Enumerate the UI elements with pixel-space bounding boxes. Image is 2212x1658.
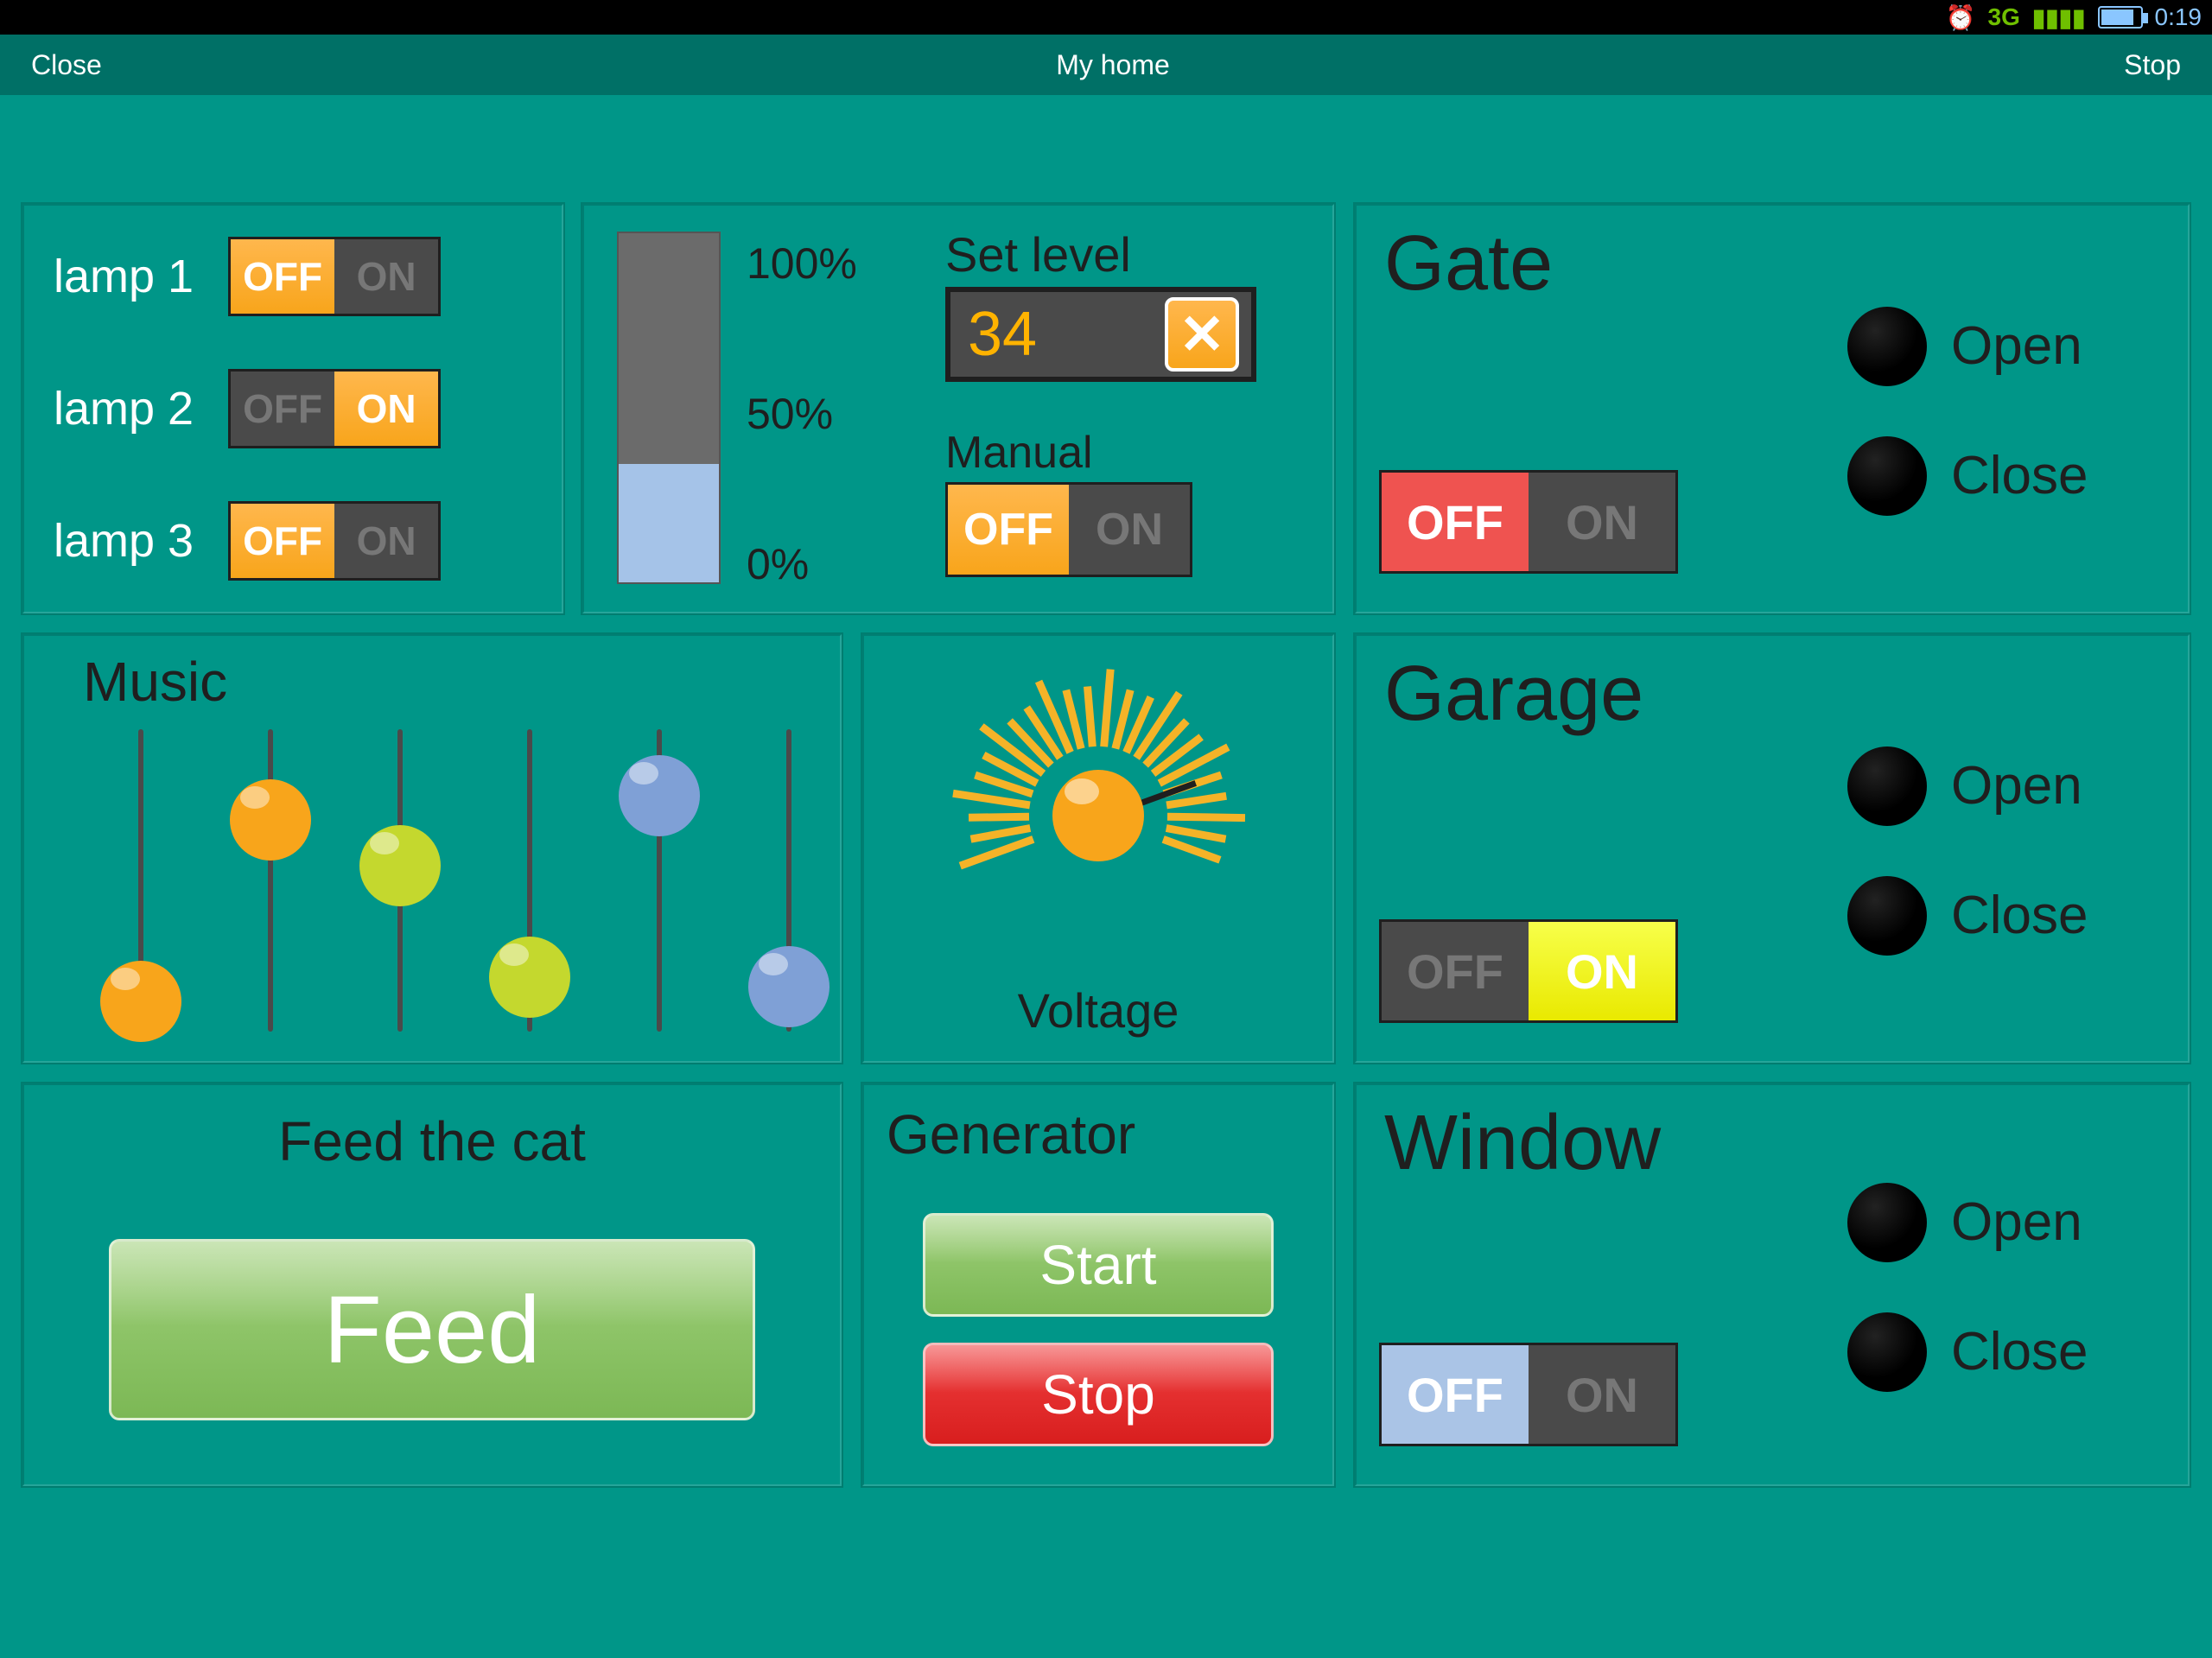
battery-icon xyxy=(2098,6,2143,29)
generator-start-button[interactable]: Start xyxy=(923,1213,1274,1317)
music-slider-1-knob[interactable] xyxy=(100,961,181,1042)
window-open-led xyxy=(1847,1183,1927,1262)
generator-start-label: Start xyxy=(1039,1233,1156,1297)
lamp-3-off[interactable]: OFF xyxy=(231,504,334,578)
music-slider-2-track[interactable] xyxy=(268,729,273,1032)
feed-title: Feed the cat xyxy=(22,1109,842,1173)
lamp-3-label: lamp 3 xyxy=(54,514,194,568)
music-slider-6-knob[interactable] xyxy=(748,946,830,1027)
lamp-1-toggle[interactable]: OFF ON xyxy=(228,237,441,316)
level-bar[interactable] xyxy=(617,232,721,584)
generator-stop-label: Stop xyxy=(1041,1363,1155,1426)
level-tick-50: 50% xyxy=(747,389,833,439)
manual-on[interactable]: ON xyxy=(1069,485,1190,575)
gauge-knob xyxy=(1052,770,1144,861)
gate-off[interactable]: OFF xyxy=(1382,473,1529,571)
set-level-clear-button[interactable]: ✕ xyxy=(1165,297,1239,372)
set-level-box: 34 ✕ xyxy=(945,287,1256,382)
window-toggle[interactable]: OFFON xyxy=(1379,1343,1678,1446)
gate-on[interactable]: ON xyxy=(1529,473,1675,571)
lamp-2-toggle[interactable]: OFF ON xyxy=(228,369,441,448)
window-title: Window xyxy=(1384,1099,1661,1188)
set-level-label: Set level xyxy=(945,226,1131,283)
level-bar-fill xyxy=(619,464,719,582)
generator-title: Generator xyxy=(887,1102,1135,1166)
panel-generator: Generator Start Stop xyxy=(861,1082,1336,1488)
stop-button[interactable]: Stop xyxy=(2124,49,2181,81)
garage-on[interactable]: ON xyxy=(1529,922,1675,1020)
gate-close-label: Close xyxy=(1951,445,2088,506)
network-indicator: 3G xyxy=(1988,3,2020,31)
level-tick-0: 0% xyxy=(747,539,809,589)
garage-off[interactable]: OFF xyxy=(1382,922,1529,1020)
lamp-2-off[interactable]: OFF xyxy=(231,372,334,446)
window-close-led xyxy=(1847,1312,1927,1392)
panel-level: 100% 50% 0% Set level 34 ✕ Manual OFF ON xyxy=(581,202,1336,615)
music-slider-4-knob[interactable] xyxy=(489,937,570,1018)
lamp-2-label: lamp 2 xyxy=(54,382,194,435)
gate-toggle[interactable]: OFFON xyxy=(1379,470,1678,574)
signal-icon: ▮▮▮▮ xyxy=(2032,3,2086,32)
lamp-3-on[interactable]: ON xyxy=(334,504,438,578)
music-title: Music xyxy=(83,650,227,714)
garage-close-label: Close xyxy=(1951,885,2088,946)
panel-garage: Garage OFFON Open Close xyxy=(1353,632,2191,1064)
lamp-3-toggle[interactable]: OFF ON xyxy=(228,501,441,581)
manual-label: Manual xyxy=(945,427,1093,479)
voltage-title: Voltage xyxy=(862,982,1334,1039)
garage-open-led xyxy=(1847,746,1927,826)
garage-close-led xyxy=(1847,876,1927,956)
window-on[interactable]: ON xyxy=(1529,1345,1675,1444)
garage-toggle[interactable]: OFFON xyxy=(1379,919,1678,1023)
level-tick-100: 100% xyxy=(747,238,857,289)
close-button[interactable]: Close xyxy=(31,49,102,81)
gate-title: Gate xyxy=(1384,219,1553,308)
panel-voltage: Voltage xyxy=(861,632,1336,1064)
music-slider-5-knob[interactable] xyxy=(619,755,700,836)
gate-open-led xyxy=(1847,307,1927,386)
gate-close-led xyxy=(1847,436,1927,516)
page-title: My home xyxy=(1056,49,1170,81)
panel-gate: Gate OFFON Open Close xyxy=(1353,202,2191,615)
manual-off[interactable]: OFF xyxy=(948,485,1069,575)
window-close-label: Close xyxy=(1951,1321,2088,1382)
panel-lamps: lamp 1 OFF ON lamp 2 OFF ON lamp 3 OFF O… xyxy=(21,202,565,615)
garage-open-label: Open xyxy=(1951,755,2082,816)
music-slider-3-knob[interactable] xyxy=(359,825,441,906)
manual-toggle[interactable]: OFF ON xyxy=(945,482,1192,577)
window-off[interactable]: OFF xyxy=(1382,1345,1529,1444)
android-status-bar: ⏰ 3G ▮▮▮▮ 0:19 xyxy=(0,0,2212,35)
feed-button[interactable]: Feed xyxy=(109,1239,755,1420)
music-slider-2-knob[interactable] xyxy=(230,779,311,861)
garage-title: Garage xyxy=(1384,650,1643,739)
panel-music: Music xyxy=(21,632,843,1064)
feed-button-label: Feed xyxy=(324,1275,541,1385)
set-level-value: 34 xyxy=(968,299,1037,370)
close-icon: ✕ xyxy=(1179,302,1225,367)
lamp-2-on[interactable]: ON xyxy=(334,372,438,446)
generator-stop-button[interactable]: Stop xyxy=(923,1343,1274,1446)
clock: 0:19 xyxy=(2155,3,2202,31)
lamp-1-on[interactable]: ON xyxy=(334,239,438,314)
lamp-1-label: lamp 1 xyxy=(54,250,194,303)
gate-open-label: Open xyxy=(1951,315,2082,377)
panel-window: Window OFFON Open Close xyxy=(1353,1082,2191,1488)
lamp-1-off[interactable]: OFF xyxy=(231,239,334,314)
panel-feed: Feed the cat Feed xyxy=(21,1082,843,1488)
app-title-bar: Close My home Stop xyxy=(0,35,2212,95)
window-open-label: Open xyxy=(1951,1191,2082,1253)
alarm-icon: ⏰ xyxy=(1946,3,1976,32)
